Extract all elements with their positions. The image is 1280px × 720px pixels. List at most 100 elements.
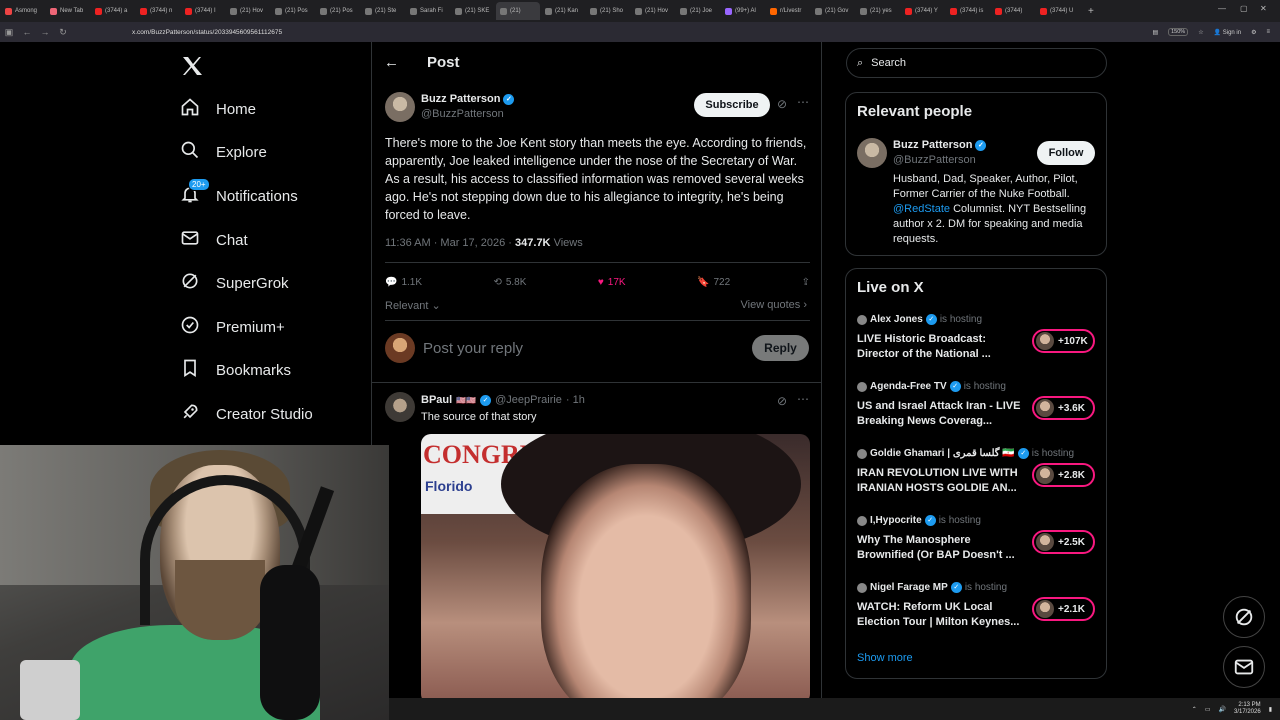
menu-icon[interactable]: ≡ — [1266, 29, 1270, 35]
back-nav-icon[interactable]: ← — [18, 27, 36, 37]
grok-explain-icon[interactable]: ⊘ — [777, 97, 787, 111]
close-window-icon[interactable]: ✕ — [1260, 4, 1267, 13]
live-listeners-pill[interactable]: +3.6K — [1032, 396, 1095, 420]
browser-tab[interactable]: (21) Ste — [361, 2, 405, 20]
browser-tab[interactable]: (21) Pos — [316, 2, 360, 20]
share-action[interactable]: ⇪ — [802, 277, 810, 288]
extensions-icon[interactable]: ⚙ — [1251, 29, 1256, 36]
browser-tab[interactable]: (21) Sho — [586, 2, 630, 20]
volume-icon[interactable]: 🔊 — [1219, 706, 1226, 713]
x-logo-icon[interactable] — [180, 54, 204, 78]
browser-tab[interactable]: (99+) Al — [721, 2, 765, 20]
browser-tab[interactable]: (21) yes — [856, 2, 900, 20]
live-host[interactable]: I,Hypocrite ✓ is hosting — [857, 515, 981, 526]
browser-tab[interactable]: Sarah Fi — [406, 2, 450, 20]
browser-tab[interactable]: (3744) I — [181, 2, 225, 20]
browser-tab[interactable]: Asmong — [1, 2, 45, 20]
clock[interactable]: 2:13 PM 3/17/2026 — [1234, 702, 1261, 716]
live-item[interactable]: Nigel Farage MP ✓ is hosting WATCH: Reform … — [857, 582, 1097, 642]
sidebar-toggle-icon[interactable]: ▣ — [0, 27, 18, 38]
live-host[interactable]: Agenda-Free TV ✓ is hosting — [857, 381, 1006, 392]
network-icon[interactable]: ▭ — [1205, 706, 1211, 713]
live-host[interactable]: Goldie Ghamari | گلسا قمری 🇮🇷 ✓ is hosting — [857, 448, 1074, 459]
nav-item-explore[interactable]: Explore — [180, 132, 267, 172]
browser-tab[interactable]: (21) Hov — [631, 2, 675, 20]
grok-fab[interactable] — [1223, 596, 1265, 638]
nav-item-bookmarks[interactable]: Bookmarks — [180, 350, 291, 390]
notification-center-icon[interactable]: ▮ — [1269, 706, 1272, 713]
live-item[interactable]: Agenda-Free TV ✓ is hosting US and Israel A… — [857, 381, 1097, 441]
post-timestamp[interactable]: 11:36 AM · Mar 17, 2026 · — [385, 237, 515, 249]
reply-action[interactable]: 💬 1.1K — [385, 277, 422, 288]
nav-item-notifications[interactable]: 20+ Notifications — [180, 176, 298, 216]
nav-item-premium[interactable]: Premium+ — [180, 307, 285, 347]
author-avatar[interactable] — [385, 92, 415, 122]
browser-tab[interactable]: r/Livestr — [766, 2, 810, 20]
browser-tab[interactable]: (3744) — [991, 2, 1035, 20]
browser-tab[interactable]: (3744) Y — [901, 2, 945, 20]
live-listeners-pill[interactable]: +2.5K — [1032, 530, 1095, 554]
browser-tab[interactable]: (3744) n — [136, 2, 180, 20]
live-listeners-pill[interactable]: +107K — [1032, 329, 1095, 353]
grok-explain-icon[interactable]: ⊘ — [777, 394, 787, 408]
live-item[interactable]: Goldie Ghamari | گلسا قمری 🇮🇷 ✓ is hosting… — [857, 448, 1097, 508]
browser-tab[interactable]: (3744) is — [946, 2, 990, 20]
bookmark-action[interactable]: 🔖 722 — [697, 277, 730, 288]
reader-view-icon[interactable]: ▤ — [1152, 29, 1158, 36]
nav-item-creator-studio[interactable]: Creator Studio — [180, 394, 313, 434]
browser-tab[interactable]: (21) Hov — [226, 2, 270, 20]
bio-mention-link[interactable]: @RedState — [893, 203, 950, 215]
maximize-icon[interactable]: ▢ — [1240, 4, 1248, 13]
rp-avatar[interactable] — [857, 138, 887, 168]
more-options-icon[interactable]: ⋯ — [797, 392, 809, 406]
live-item[interactable]: Alex Jones ✓ is hosting LIVE Historic Broad… — [857, 314, 1097, 374]
browser-tab[interactable]: (21) Joe — [676, 2, 720, 20]
forward-nav-icon[interactable]: → — [36, 27, 54, 37]
commenter-handle[interactable]: @JeepPrairie — [495, 394, 562, 406]
comment-time[interactable]: · 1h — [566, 394, 585, 406]
live-host[interactable]: Alex Jones ✓ is hosting — [857, 314, 982, 325]
view-quotes-link[interactable]: View quotes › — [741, 299, 807, 311]
live-host[interactable]: Nigel Farage MP ✓ is hosting — [857, 582, 1007, 593]
comment-image[interactable]: CONGRES Florido — [421, 434, 810, 704]
live-listeners-pill[interactable]: +2.1K — [1032, 597, 1095, 621]
reply-button[interactable]: Reply — [752, 335, 809, 361]
live-listeners-pill[interactable]: +2.8K — [1032, 463, 1095, 487]
author-handle[interactable]: @BuzzPatterson — [421, 108, 504, 120]
like-action[interactable]: ♥ 17K — [598, 277, 626, 288]
browser-tab[interactable]: (21) — [496, 2, 540, 20]
show-more-link[interactable]: Show more — [857, 652, 913, 664]
search-input[interactable]: ⌕ Search — [846, 48, 1107, 78]
live-item[interactable]: I,Hypocrite ✓ is hosting Why The Manosphere… — [857, 515, 1097, 575]
browser-tab[interactable]: New Tab — [46, 2, 90, 20]
nav-item-chat[interactable]: Chat — [180, 220, 248, 260]
messages-fab[interactable] — [1223, 646, 1265, 688]
sign-in-button[interactable]: 👤 Sign in — [1214, 29, 1242, 36]
rp-name[interactable]: Buzz Patterson ✓ — [893, 139, 987, 151]
follow-button[interactable]: Follow — [1037, 141, 1095, 165]
more-options-icon[interactable]: ⋯ — [797, 95, 809, 109]
rp-handle[interactable]: @BuzzPatterson — [893, 154, 976, 166]
bookmark-star-icon[interactable]: ☆ — [1198, 29, 1203, 36]
repost-action[interactable]: ⟲ 5.8K — [493, 277, 526, 288]
reload-icon[interactable]: ↻ — [54, 27, 72, 38]
nav-item-home[interactable]: Home — [180, 89, 256, 129]
reply-input[interactable]: Post your reply — [423, 340, 523, 357]
browser-tab[interactable]: (3744) U — [1036, 2, 1080, 20]
browser-tab[interactable]: (21) Pos — [271, 2, 315, 20]
user-avatar[interactable] — [385, 333, 415, 363]
author-name[interactable]: Buzz Patterson ✓ — [421, 93, 515, 105]
url-field[interactable]: x.com/BuzzPatterson/status/2033945609561… — [132, 29, 282, 36]
subscribe-button[interactable]: Subscribe — [694, 93, 770, 117]
commenter-name[interactable]: BPaul — [421, 394, 452, 406]
browser-tab[interactable]: (21) SKE — [451, 2, 495, 20]
zoom-indicator[interactable]: 150% — [1168, 28, 1189, 36]
commenter-avatar[interactable] — [385, 392, 415, 422]
minimize-icon[interactable]: — — [1218, 4, 1226, 13]
tray-chevron-icon[interactable]: ⌃ — [1192, 706, 1197, 713]
back-arrow-icon[interactable]: ← — [384, 54, 399, 71]
browser-tab[interactable]: (21) Kan — [541, 2, 585, 20]
sort-relevant-dropdown[interactable]: Relevant ⌄ — [385, 299, 441, 312]
browser-tab[interactable]: (3744) a — [91, 2, 135, 20]
browser-tab[interactable]: (21) Gov — [811, 2, 855, 20]
